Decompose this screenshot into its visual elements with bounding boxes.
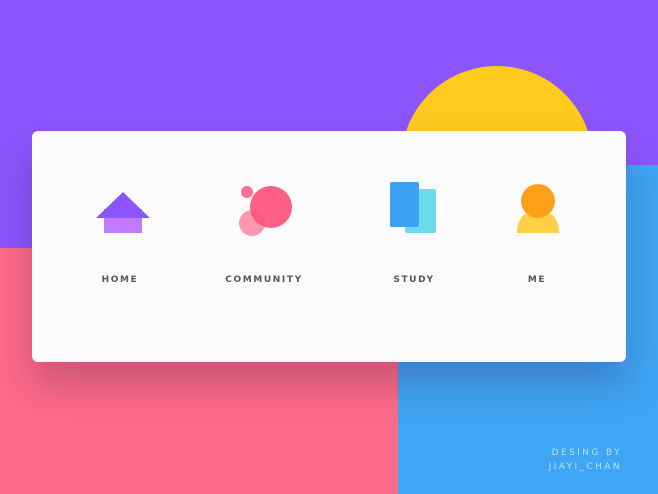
tab-community-label: COMMUNITY bbox=[225, 275, 303, 285]
designer-credit: DESING BY JIAYI_CHAN bbox=[549, 446, 622, 474]
person-icon bbox=[517, 184, 559, 233]
house-icon bbox=[96, 192, 150, 233]
credit-line-2: JIAYI_CHAN bbox=[548, 462, 622, 472]
tab-study[interactable]: STUDY bbox=[344, 181, 484, 311]
tab-me-label: ME bbox=[527, 275, 547, 285]
tab-bar-card: HOME COMMUNITY STUDY ME bbox=[32, 131, 626, 362]
credit-line-1: DESING BY bbox=[551, 448, 622, 458]
tab-home[interactable]: HOME bbox=[50, 181, 190, 311]
tab-study-label: STUDY bbox=[393, 275, 435, 285]
bubbles-icon bbox=[239, 186, 292, 236]
cards-icon bbox=[390, 182, 436, 233]
tab-home-label: HOME bbox=[101, 275, 139, 285]
tab-me[interactable]: ME bbox=[467, 181, 607, 311]
tab-community[interactable]: COMMUNITY bbox=[194, 181, 334, 311]
